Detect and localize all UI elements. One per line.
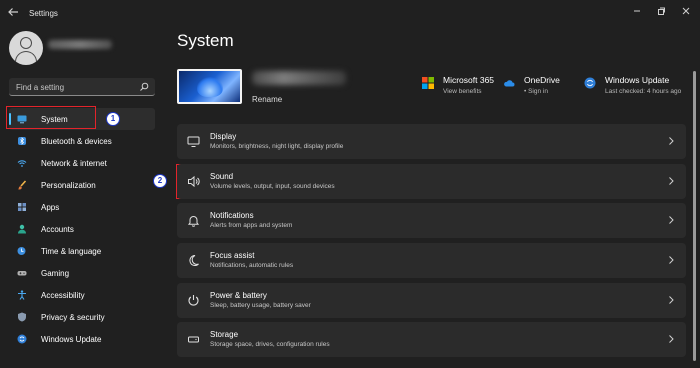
card-subtitle: Sleep, battery usage, battery saver bbox=[210, 302, 311, 309]
redacted-user-name bbox=[48, 40, 112, 49]
rename-link[interactable]: Rename bbox=[252, 95, 282, 104]
card-title: Power & battery bbox=[210, 291, 267, 300]
card-subtitle: Monitors, brightness, night light, displ… bbox=[210, 143, 344, 150]
wifi-icon bbox=[17, 160, 27, 167]
sidebar-item-label: Accounts bbox=[41, 224, 74, 234]
minimize-button[interactable] bbox=[630, 4, 644, 18]
person-icon bbox=[18, 224, 26, 234]
sidebar-item-label: Accessibility bbox=[41, 290, 85, 300]
step-badge-1: 1 bbox=[106, 112, 120, 126]
card-storage[interactable]: Storage Storage space, drives, configura… bbox=[177, 322, 686, 357]
sidebar-item-label: Privacy & security bbox=[41, 312, 105, 322]
app-title: Settings bbox=[29, 9, 58, 18]
chevron-right-icon bbox=[669, 256, 674, 264]
sidebar-item-label: Apps bbox=[41, 202, 60, 212]
card-focus-assist[interactable]: Focus assist Notifications, automatic ru… bbox=[177, 243, 686, 278]
display-icon bbox=[187, 136, 200, 147]
sidebar-item-bluetooth[interactable]: Bluetooth & devices bbox=[9, 130, 155, 152]
tile-onedrive[interactable]: OneDrive • Sign in bbox=[503, 75, 560, 97]
power-icon bbox=[188, 295, 199, 306]
card-title: Sound bbox=[210, 172, 234, 181]
speaker-icon bbox=[188, 175, 200, 188]
moon-icon bbox=[189, 254, 199, 266]
page-title: System bbox=[177, 31, 234, 50]
maximize-button[interactable] bbox=[654, 4, 668, 18]
annotation-highlight-system bbox=[6, 106, 96, 129]
bell-icon bbox=[187, 216, 200, 227]
tile-title: Windows Update bbox=[605, 75, 670, 85]
card-sound[interactable]: Sound Volume levels, output, input, soun… bbox=[177, 164, 686, 199]
card-title: Notifications bbox=[210, 211, 254, 220]
chevron-right-icon bbox=[669, 177, 674, 185]
tile-title: OneDrive bbox=[524, 75, 560, 85]
tile-windows-update[interactable]: Windows Update Last checked: 4 hours ago bbox=[584, 75, 681, 97]
sidebar-item-label: Bluetooth & devices bbox=[41, 136, 112, 146]
sidebar-item-label: Gaming bbox=[41, 268, 70, 278]
globe-clock-icon bbox=[17, 247, 26, 255]
apps-icon bbox=[18, 203, 26, 211]
redacted-device-name bbox=[252, 71, 346, 85]
cloud-icon bbox=[504, 80, 515, 87]
sidebar-item-apps[interactable]: Apps bbox=[9, 196, 155, 218]
step-badge-2: 2 bbox=[153, 174, 167, 188]
card-display[interactable]: Display Monitors, brightness, night ligh… bbox=[177, 124, 686, 159]
sidebar-item-time-language[interactable]: Time & language bbox=[9, 240, 155, 262]
sidebar-item-network[interactable]: Network & internet bbox=[9, 152, 155, 174]
card-title: Focus assist bbox=[210, 251, 255, 260]
gamepad-icon bbox=[17, 271, 27, 276]
card-notifications[interactable]: Notifications Alerts from apps and syste… bbox=[177, 203, 686, 238]
sidebar-item-windows-update[interactable]: Windows Update bbox=[9, 328, 155, 350]
sidebar-nav: System Bluetooth & devices Network & int… bbox=[9, 108, 155, 350]
card-subtitle: Notifications, automatic rules bbox=[210, 262, 294, 269]
tile-subtitle: • Sign in bbox=[524, 88, 548, 95]
scrollbar[interactable] bbox=[693, 71, 696, 361]
sidebar-item-label: Personalization bbox=[41, 180, 96, 190]
title-bar: Settings bbox=[0, 0, 700, 28]
close-button[interactable] bbox=[679, 4, 693, 18]
sidebar-item-accounts[interactable]: Accounts bbox=[9, 218, 155, 240]
bluetooth-icon bbox=[18, 137, 26, 145]
sidebar-item-privacy[interactable]: Privacy & security bbox=[9, 306, 155, 328]
tile-subtitle: View benefits bbox=[443, 88, 482, 95]
update-icon bbox=[584, 77, 596, 89]
update-icon bbox=[17, 334, 27, 344]
device-thumbnail bbox=[177, 69, 242, 104]
card-subtitle: Alerts from apps and system bbox=[210, 222, 293, 229]
back-arrow-icon[interactable] bbox=[7, 6, 21, 20]
sidebar-item-label: Windows Update bbox=[41, 334, 102, 344]
avatar[interactable] bbox=[9, 31, 43, 65]
card-title: Storage bbox=[210, 330, 239, 339]
search-input[interactable] bbox=[16, 81, 136, 93]
sidebar-item-personalization[interactable]: Personalization bbox=[9, 174, 155, 196]
card-title: Display bbox=[210, 132, 237, 141]
chevron-right-icon bbox=[669, 296, 674, 304]
sidebar-item-accessibility[interactable]: Accessibility bbox=[9, 284, 155, 306]
card-power-battery[interactable]: Power & battery Sleep, battery usage, ba… bbox=[177, 283, 686, 318]
card-subtitle: Storage space, drives, configuration rul… bbox=[210, 341, 330, 348]
search-icon[interactable] bbox=[139, 82, 149, 92]
search-box[interactable] bbox=[9, 78, 155, 96]
sidebar-item-label: Network & internet bbox=[41, 158, 107, 168]
chevron-right-icon bbox=[669, 137, 674, 145]
tile-microsoft-365[interactable]: Microsoft 365 View benefits bbox=[422, 75, 494, 97]
tile-subtitle: Last checked: 4 hours ago bbox=[605, 88, 682, 95]
shield-icon bbox=[18, 312, 26, 322]
accessibility-icon bbox=[18, 290, 26, 300]
brush-icon bbox=[17, 180, 27, 190]
chevron-right-icon bbox=[669, 335, 674, 343]
chevron-right-icon bbox=[669, 216, 674, 224]
tile-title: Microsoft 365 bbox=[443, 75, 495, 85]
sidebar-item-gaming[interactable]: Gaming bbox=[9, 262, 155, 284]
card-subtitle: Volume levels, output, input, sound devi… bbox=[210, 183, 335, 190]
storage-icon bbox=[188, 336, 199, 343]
sidebar-item-label: Time & language bbox=[41, 246, 102, 256]
microsoft-logo-icon bbox=[422, 77, 434, 89]
